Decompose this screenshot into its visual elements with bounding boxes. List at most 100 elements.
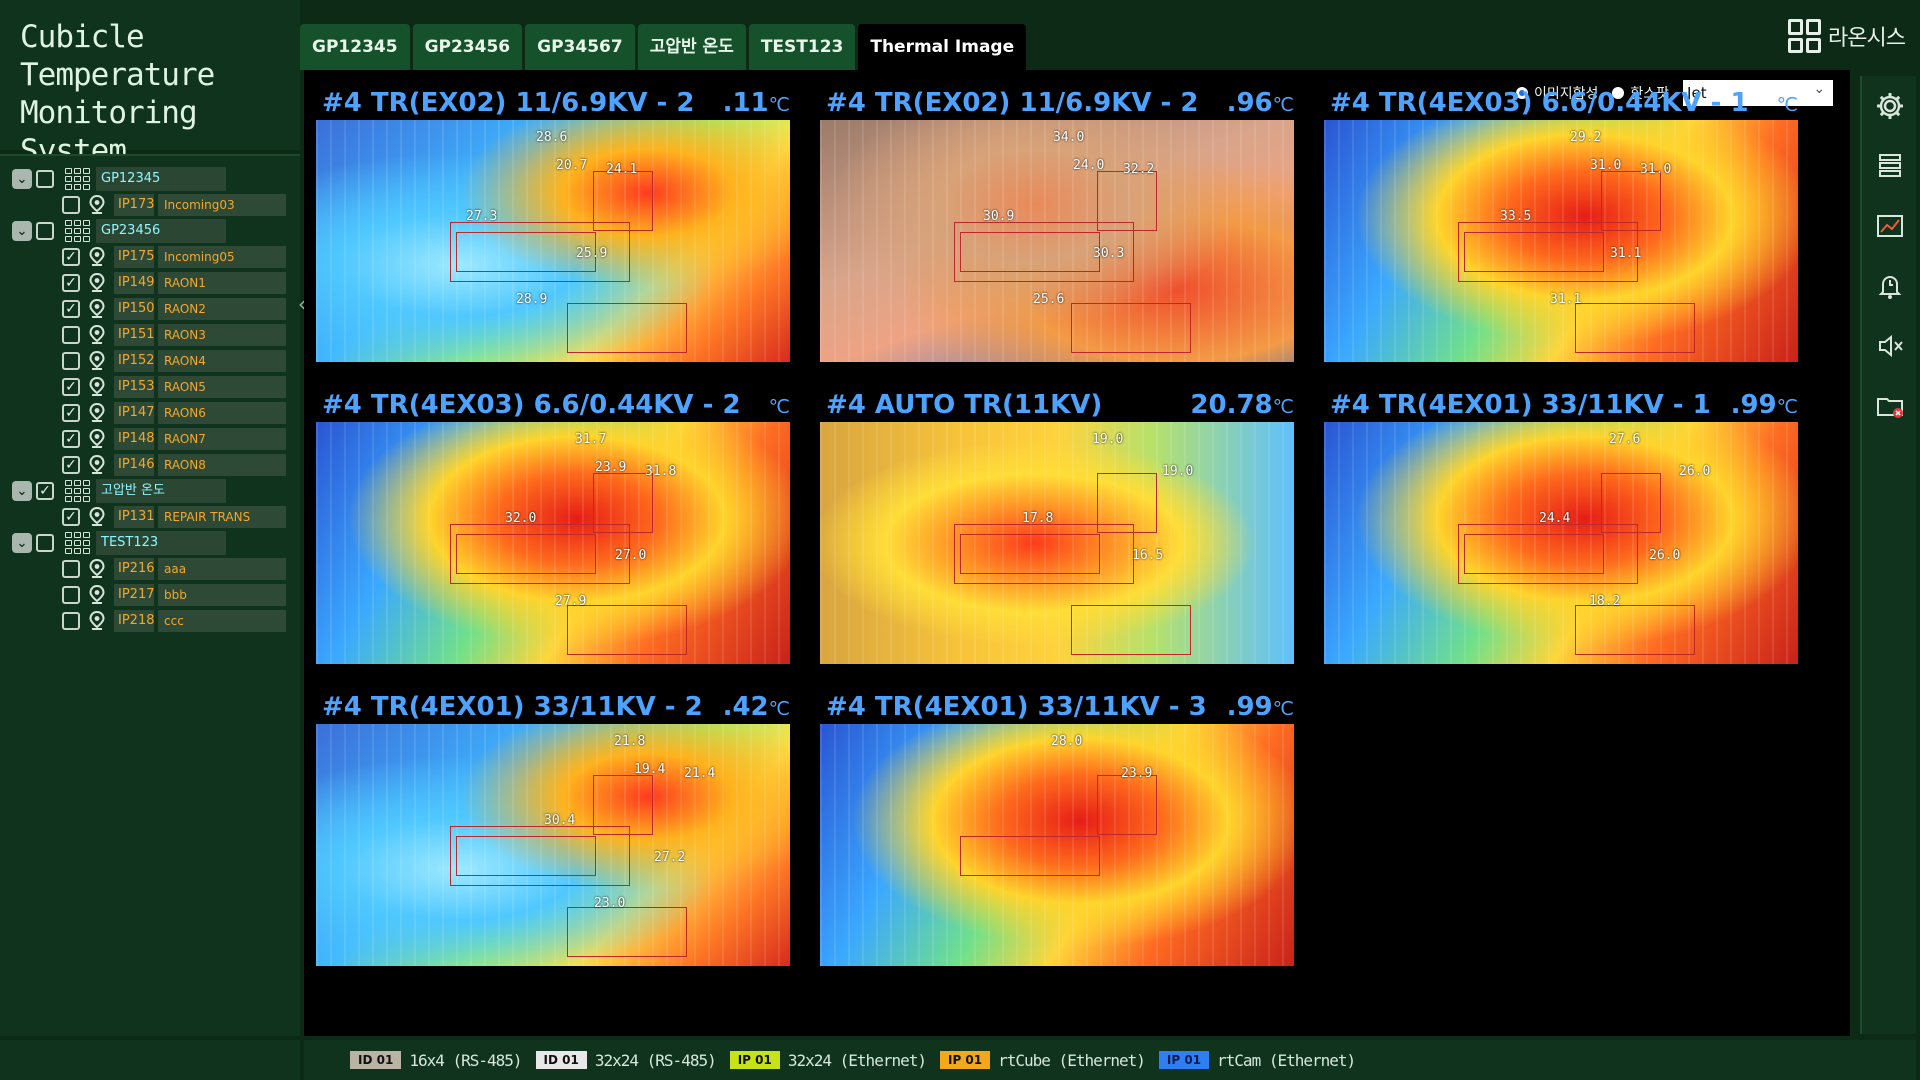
tab-3[interactable]: 고압반 온도 — [637, 24, 746, 70]
device-name: aaa — [158, 558, 286, 580]
checkbox-unchecked[interactable] — [62, 612, 80, 630]
alarm-bell-icon[interactable] — [1862, 256, 1918, 316]
group-label: TEST123 — [96, 531, 226, 555]
device-name: bbb — [158, 584, 286, 606]
group-grid-icon — [64, 168, 90, 190]
tree-device[interactable]: ✓ IP147 RAON6 — [0, 400, 300, 426]
checkbox-checked[interactable]: ✓ — [36, 482, 54, 500]
tree-device[interactable]: ✓ IP148 RAON7 — [0, 426, 300, 452]
thermal-image[interactable]: 31.7 31.8 32.0 27.0 27.9 23.9 — [316, 422, 790, 664]
expand-chevron-icon[interactable]: ⌄ — [12, 221, 32, 241]
tree-device[interactable]: ✓ IP131 REPAIR TRANS — [0, 504, 300, 530]
camera-card[interactable]: #4 TR(4EX01) 33/11KV - 3 .99℃ 28.0 23.9 — [820, 690, 1294, 980]
thermal-image[interactable]: 21.8 21.4 30.4 27.2 23.0 19.4 — [316, 724, 790, 966]
tab-4[interactable]: TEST123 — [748, 24, 856, 70]
roi-temperature: 19.4 — [634, 762, 666, 777]
checkbox-unchecked[interactable] — [36, 534, 54, 552]
tree-device[interactable]: IP173 Incoming03 — [0, 192, 300, 218]
thermal-image[interactable]: 29.2 31.0 33.5 31.1 31.1 31.0 — [1324, 120, 1798, 362]
tree-group[interactable]: ⌄ GP23456 — [0, 218, 300, 244]
camera-card[interactable]: #4 TR(4EX01) 33/11KV - 1 .99℃ 27.6 26.0 24.4… — [1324, 388, 1798, 678]
thermal-image[interactable]: 28.6 24.1 27.3 25.9 28.9 20.7 — [316, 120, 790, 362]
tree-device[interactable]: ✓ IP175 Incoming05 — [0, 244, 300, 270]
app-title: Cubicle Temperature Monitoring System — [20, 19, 215, 169]
tab-5[interactable]: Thermal Image — [858, 24, 1027, 70]
checkbox-unchecked[interactable] — [62, 586, 80, 604]
tree-device[interactable]: IP218 ccc — [0, 608, 300, 634]
roi-box — [1097, 775, 1157, 835]
checkbox-unchecked[interactable] — [62, 352, 80, 370]
camera-card[interactable]: #4 TR(4EX03) 6.6/0.44KV - 1 ℃ 29.2 31.0 33.5… — [1324, 86, 1798, 376]
legend-badge: ID 01 — [535, 1051, 587, 1069]
checkbox-unchecked[interactable] — [36, 170, 54, 188]
expand-chevron-icon[interactable]: ⌄ — [12, 533, 32, 553]
camera-card[interactable]: #4 AUTO TR(11KV) 20.78℃ 19.0 19.0 17.8 16.5 — [820, 388, 1294, 678]
roi-temperature: 16.5 — [1132, 548, 1164, 563]
thermal-image[interactable]: 28.0 23.9 — [820, 724, 1294, 966]
tree-device[interactable]: IP217 bbb — [0, 582, 300, 608]
legend-badge: ID 01 — [350, 1051, 402, 1069]
folder-error-icon[interactable] — [1862, 376, 1918, 436]
legend-text: rtCube (Ethernet) — [998, 1050, 1146, 1070]
legend-item: IP 01 32x24 (Ethernet) — [729, 1051, 927, 1070]
expand-chevron-icon[interactable]: ⌄ — [12, 169, 32, 189]
tree-device[interactable]: ✓ IP146 RAON8 — [0, 452, 300, 478]
roi-temperature: 21.4 — [684, 766, 716, 781]
checkbox-checked[interactable]: ✓ — [62, 430, 80, 448]
checkbox-checked[interactable]: ✓ — [62, 508, 80, 526]
legend-badge: IP 01 — [1158, 1051, 1210, 1069]
group-label: GP12345 — [96, 167, 226, 191]
group-grid-icon — [64, 220, 90, 242]
tree-group[interactable]: ⌄ TEST123 — [0, 530, 300, 556]
tree-group[interactable]: ⌄ GP12345 — [0, 166, 300, 192]
tab-0[interactable]: GP12345 — [300, 24, 410, 70]
roi-temperature: 30.4 — [544, 813, 576, 828]
roi-temperature: 27.3 — [466, 209, 498, 224]
camera-card[interactable]: #4 TR(4EX01) 33/11KV - 2 .42℃ 21.8 21.4 30.4… — [316, 690, 790, 980]
roi-temperature: 18.2 — [1589, 594, 1621, 609]
tree-device[interactable]: ✓ IP153 RAON5 — [0, 374, 300, 400]
tab-1[interactable]: GP23456 — [412, 24, 523, 70]
sensor-pin-icon — [86, 376, 108, 398]
tab-2[interactable]: GP34567 — [525, 24, 635, 70]
camera-card[interactable]: #4 TR(EX02) 11/6.9KV - 2 .11℃ 28.6 24.1 27.3… — [316, 86, 790, 376]
camera-card[interactable]: #4 TR(4EX03) 6.6/0.44KV - 2 ℃ 31.7 31.8 32.0… — [316, 388, 790, 678]
roi-temperature: 23.9 — [595, 460, 627, 475]
device-name: RAON3 — [158, 324, 286, 346]
thermal-image[interactable]: 27.6 26.0 24.4 26.0 18.2 — [1324, 422, 1798, 664]
tree-device[interactable]: IP151 RAON3 — [0, 322, 300, 348]
checkbox-unchecked[interactable] — [62, 326, 80, 344]
roi-temperature: 31.1 — [1610, 246, 1642, 261]
checkbox-checked[interactable]: ✓ — [62, 378, 80, 396]
checkbox-unchecked[interactable] — [62, 560, 80, 578]
checkbox-checked[interactable]: ✓ — [62, 404, 80, 422]
camera-name: #4 TR(EX02) 11/6.9KV - 2 — [322, 88, 695, 118]
tree-device[interactable]: ✓ IP150 RAON2 — [0, 296, 300, 322]
checkbox-unchecked[interactable] — [62, 196, 80, 214]
gear-icon[interactable] — [1862, 76, 1918, 136]
checkbox-checked[interactable]: ✓ — [62, 274, 80, 292]
checkbox-checked[interactable]: ✓ — [62, 248, 80, 266]
chart-icon[interactable] — [1862, 196, 1918, 256]
roi-box — [960, 836, 1100, 876]
thermal-image[interactable]: 19.0 19.0 17.8 16.5 — [820, 422, 1294, 664]
checkbox-checked[interactable]: ✓ — [62, 456, 80, 474]
tree-device[interactable]: ✓ IP149 RAON1 — [0, 270, 300, 296]
server-icon[interactable] — [1862, 136, 1918, 196]
device-name: RAON7 — [158, 428, 286, 450]
device-name: RAON5 — [158, 376, 286, 398]
thermal-image[interactable]: 34.0 32.2 30.9 30.3 25.6 24.0 — [820, 120, 1294, 362]
camera-card[interactable]: #4 TR(EX02) 11/6.9KV - 2 .96℃ 34.0 32.2 30.9… — [820, 86, 1294, 376]
tree-group[interactable]: ⌄ ✓ 고압반 온도 — [0, 478, 300, 504]
legend-text: rtCam (Ethernet) — [1217, 1050, 1356, 1070]
tree-device[interactable]: IP216 aaa — [0, 556, 300, 582]
roi-temperature: 28.6 — [536, 130, 568, 145]
roi-temperature: 17.8 — [1022, 511, 1054, 526]
mute-icon[interactable] — [1862, 316, 1918, 376]
checkbox-unchecked[interactable] — [36, 222, 54, 240]
roi-box — [567, 907, 687, 957]
checkbox-checked[interactable]: ✓ — [62, 300, 80, 318]
expand-chevron-icon[interactable]: ⌄ — [12, 481, 32, 501]
tree-device[interactable]: IP152 RAON4 — [0, 348, 300, 374]
roi-box — [1458, 524, 1638, 584]
